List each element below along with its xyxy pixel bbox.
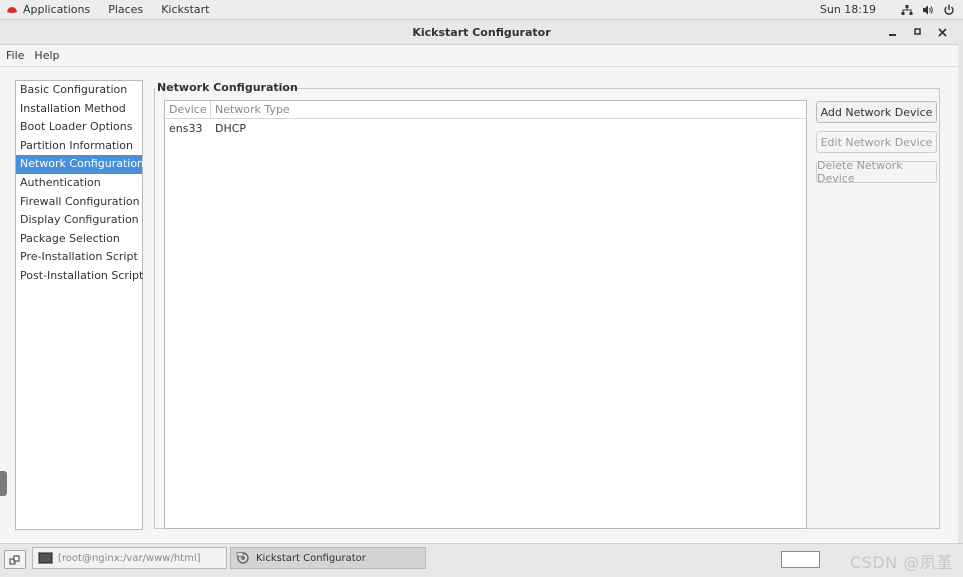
windows-icon bbox=[9, 555, 20, 564]
taskbar-terminal-label: [root@nginx:/var/www/html] bbox=[58, 552, 201, 564]
window-edge bbox=[958, 44, 963, 544]
cell-device: ens33 bbox=[169, 122, 203, 135]
close-icon bbox=[938, 28, 947, 37]
taskbar-kickstart-label: Kickstart Configurator bbox=[256, 552, 366, 564]
applications-menu[interactable]: Applications bbox=[0, 3, 90, 16]
bottom-taskbar: [root@nginx:/var/www/html] Kickstart Con… bbox=[0, 543, 963, 577]
top-panel: Applications Places Kickstart Sun 18:19 bbox=[0, 0, 963, 20]
minimize-icon bbox=[889, 34, 896, 36]
kickstart-app-icon bbox=[236, 552, 249, 564]
maximize-button[interactable] bbox=[914, 20, 922, 44]
column-header-device[interactable]: Device bbox=[165, 101, 211, 118]
menubar: File Help bbox=[0, 45, 963, 67]
maximize-icon bbox=[914, 28, 921, 35]
sidebar-item-display-configuration[interactable]: Display Configuration bbox=[16, 211, 142, 230]
sidebar-item-partition-information[interactable]: Partition Information bbox=[16, 137, 142, 156]
show-desktop-button[interactable] bbox=[4, 550, 26, 569]
sidebar-item-authentication[interactable]: Authentication bbox=[16, 174, 142, 193]
sidebar-item-network-configuration[interactable]: Network Configuration bbox=[16, 155, 144, 174]
window-title: Kickstart Configurator bbox=[412, 25, 551, 39]
taskbar-terminal[interactable]: [root@nginx:/var/www/html] bbox=[32, 547, 227, 569]
table-row[interactable]: ens33 DHCP bbox=[165, 119, 806, 139]
power-icon[interactable] bbox=[943, 4, 955, 16]
workspace-switcher[interactable] bbox=[781, 551, 820, 568]
edge-handle[interactable] bbox=[0, 471, 7, 496]
redhat-logo-icon bbox=[7, 6, 17, 13]
menu-file[interactable]: File bbox=[6, 49, 24, 62]
add-network-device-button[interactable]: Add Network Device bbox=[816, 101, 937, 123]
watermark: CSDN @夙堇 bbox=[850, 553, 953, 572]
cell-network-type: DHCP bbox=[215, 122, 247, 135]
network-icon[interactable] bbox=[901, 4, 913, 16]
window-titlebar[interactable]: Kickstart Configurator bbox=[0, 20, 963, 45]
sidebar-item-pre-installation-script[interactable]: Pre-Installation Script bbox=[16, 248, 142, 267]
minimize-button[interactable] bbox=[889, 20, 897, 44]
sidebar-item-basic-configuration[interactable]: Basic Configuration bbox=[16, 81, 142, 100]
taskbar-kickstart[interactable]: Kickstart Configurator bbox=[230, 547, 426, 569]
places-menu[interactable]: Places bbox=[108, 3, 143, 16]
edit-network-device-button[interactable]: Edit Network Device bbox=[816, 131, 937, 153]
sidebar-item-firewall-configuration[interactable]: Firewall Configuration bbox=[16, 193, 142, 212]
close-button[interactable] bbox=[938, 20, 947, 44]
terminal-icon bbox=[38, 552, 53, 564]
category-list[interactable]: Basic Configuration Installation Method Bo… bbox=[15, 80, 144, 530]
sidebar-item-installation-method[interactable]: Installation Method bbox=[16, 100, 142, 119]
column-header-network-type[interactable]: Network Type bbox=[211, 101, 290, 118]
volume-icon[interactable] bbox=[922, 4, 934, 16]
sidebar-item-post-installation-script[interactable]: Post-Installation Script bbox=[16, 267, 143, 286]
table-header: Device Network Type bbox=[165, 101, 806, 119]
network-device-table[interactable]: Device Network Type ens33 DHCP bbox=[164, 100, 807, 529]
sidebar-item-boot-loader-options[interactable]: Boot Loader Options bbox=[16, 118, 142, 137]
app-menu[interactable]: Kickstart bbox=[161, 3, 209, 16]
applications-label: Applications bbox=[23, 3, 91, 16]
sidebar-item-package-selection[interactable]: Package Selection bbox=[16, 230, 142, 249]
delete-network-device-button[interactable]: Delete Network Device bbox=[816, 159, 937, 185]
menu-help[interactable]: Help bbox=[34, 49, 59, 62]
clock[interactable]: Sun 18:19 bbox=[820, 3, 876, 16]
section-title: Network Configuration bbox=[157, 81, 298, 94]
